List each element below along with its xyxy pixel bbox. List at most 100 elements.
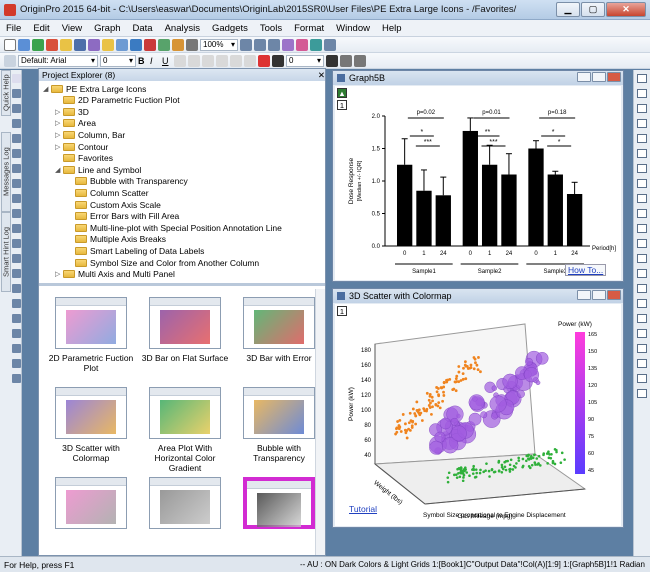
thumbnail[interactable]: [55, 387, 127, 439]
tree-item[interactable]: Smart Labeling of Data Labels: [67, 245, 204, 256]
align-left-icon[interactable]: [216, 54, 228, 67]
minimize-button[interactable]: ▁: [556, 2, 580, 17]
mask-icon[interactable]: [12, 149, 21, 158]
messages-log-tab[interactable]: Messages Log: [1, 132, 11, 212]
command-window-icon[interactable]: [186, 38, 198, 51]
draw-data-icon[interactable]: [12, 164, 21, 173]
insert-graph-icon[interactable]: [12, 329, 21, 338]
rescale-icon[interactable]: [268, 38, 280, 51]
restore-button[interactable]: [592, 72, 606, 82]
more-tools-icon[interactable]: [637, 374, 647, 383]
tree-item[interactable]: Favorites: [55, 153, 113, 164]
font-name-combo[interactable]: Default: Arial ▾: [18, 54, 98, 67]
tree-item[interactable]: ▷ Area: [55, 118, 96, 129]
collapsed-arrow-icon[interactable]: ▷: [55, 143, 63, 151]
new-workbook-icon[interactable]: [18, 38, 30, 51]
add-top-x-icon[interactable]: [637, 89, 647, 98]
subscript-icon[interactable]: [188, 54, 200, 67]
tree-item[interactable]: ◢ Line and Symbol: [55, 164, 141, 175]
collapsed-arrow-icon[interactable]: ▷: [55, 119, 63, 127]
thumbnail[interactable]: [243, 477, 315, 529]
data-reader-icon[interactable]: [12, 119, 21, 128]
menu-view[interactable]: View: [56, 23, 88, 34]
timestamp-icon[interactable]: [637, 269, 647, 278]
export-icon[interactable]: [324, 38, 336, 51]
collapsed-arrow-icon[interactable]: ▷: [55, 108, 63, 116]
swap-axes-icon[interactable]: [637, 194, 647, 203]
close-button[interactable]: [607, 290, 621, 300]
menu-file[interactable]: File: [0, 23, 27, 34]
menu-help[interactable]: Help: [376, 23, 408, 34]
menu-tools[interactable]: Tools: [254, 23, 288, 34]
quick-help-tab[interactable]: Quick Help: [1, 70, 11, 116]
color-scale-icon[interactable]: [637, 209, 647, 218]
scatter3d-title-bar[interactable]: 3D Scatter with Colormap: [333, 289, 623, 303]
date-time-icon[interactable]: [637, 239, 647, 248]
rectangle-icon[interactable]: [12, 239, 21, 248]
pointer-icon[interactable]: [4, 54, 16, 67]
new-project-icon[interactable]: [4, 38, 16, 51]
zoom-tool-icon[interactable]: [12, 89, 21, 98]
3d-rotate-icon[interactable]: [12, 314, 21, 323]
font-color-icon[interactable]: [258, 54, 270, 67]
new-layout-icon[interactable]: [637, 299, 647, 308]
fill-color-icon[interactable]: [326, 54, 338, 67]
collapsed-arrow-icon[interactable]: ▷: [55, 270, 63, 278]
thumbnail-scrollbar[interactable]: [315, 289, 325, 555]
tree-item[interactable]: Bubble with Transparency: [67, 176, 188, 187]
add-inset-icon[interactable]: [637, 119, 647, 128]
collapsed-arrow-icon[interactable]: ▷: [55, 131, 63, 139]
line-width-combo[interactable]: 0 ▾: [286, 54, 324, 67]
tree-item[interactable]: 2D Parametric Fuction Plot: [55, 95, 180, 106]
align-center-icon[interactable]: [230, 54, 242, 67]
pattern-icon[interactable]: [340, 54, 352, 67]
copy-page-icon[interactable]: [637, 329, 647, 338]
pointer-tool-icon[interactable]: [12, 74, 21, 83]
font-size-combo[interactable]: 0 ▾: [100, 54, 136, 67]
italic-icon[interactable]: I: [150, 56, 160, 66]
smart-hint-log-tab[interactable]: Smart Hint Log: [1, 212, 11, 292]
restore-button[interactable]: [592, 290, 606, 300]
expanded-arrow-icon[interactable]: ◢: [43, 85, 51, 93]
insert-image-icon[interactable]: [12, 359, 21, 368]
thumbnail[interactable]: [243, 387, 315, 439]
close-button[interactable]: ✕: [606, 2, 646, 17]
pan-icon[interactable]: [12, 284, 21, 293]
graph5b-title-bar[interactable]: Graph5B: [333, 71, 623, 85]
layer-management-icon[interactable]: [637, 284, 647, 293]
thumbnail[interactable]: [55, 477, 127, 529]
merge-graphs-icon[interactable]: [637, 134, 647, 143]
legend-icon[interactable]: [637, 224, 647, 233]
arrange-layers-icon[interactable]: [637, 164, 647, 173]
extract-layers-icon[interactable]: [637, 149, 647, 158]
menu-graph[interactable]: Graph: [88, 23, 126, 34]
tree-item[interactable]: Multiple Axis Breaks: [67, 234, 166, 245]
tree-item[interactable]: ◢ PE Extra Large Icons: [43, 83, 146, 94]
close-button[interactable]: [607, 72, 621, 82]
text-tool-icon[interactable]: [12, 179, 21, 188]
save-icon[interactable]: [74, 38, 86, 51]
code-builder-icon[interactable]: [158, 38, 170, 51]
tree-item[interactable]: Column Scatter: [67, 187, 149, 198]
settings-icon[interactable]: [637, 389, 647, 398]
add-text-icon[interactable]: [637, 254, 647, 263]
add-right-y-icon[interactable]: [637, 104, 647, 113]
symbol-icon[interactable]: [354, 54, 366, 67]
rescale-layer-icon[interactable]: [637, 179, 647, 188]
align-right-icon[interactable]: [244, 54, 256, 67]
menu-format[interactable]: Format: [288, 23, 330, 34]
tutorial-link[interactable]: Tutorial: [349, 504, 377, 514]
print-icon[interactable]: [116, 38, 128, 51]
data-selector-icon[interactable]: [12, 134, 21, 143]
tree-item[interactable]: Error Bars with Fill Area: [67, 211, 179, 222]
line-color-icon[interactable]: [272, 54, 284, 67]
greek-icon[interactable]: [202, 54, 214, 67]
menu-window[interactable]: Window: [330, 23, 376, 34]
rotate-icon[interactable]: [12, 299, 21, 308]
close-icon[interactable]: ✕: [318, 70, 325, 81]
minimize-button[interactable]: [577, 72, 591, 82]
print-graph-icon[interactable]: [637, 359, 647, 368]
curved-arrow-icon[interactable]: [12, 209, 21, 218]
import-icon[interactable]: [88, 38, 100, 51]
add-layer-icon[interactable]: [637, 74, 647, 83]
